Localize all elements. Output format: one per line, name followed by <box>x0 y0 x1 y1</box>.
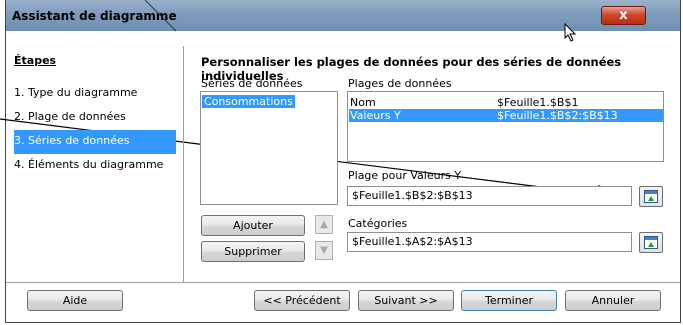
remove-series-button[interactable]: Supprimer <box>201 241 305 262</box>
step-data-range[interactable]: 2. Plage de données <box>14 106 176 130</box>
move-up-button[interactable]: ▲ <box>315 215 333 234</box>
series-listbox[interactable]: Consommations <box>200 91 338 205</box>
range-for-label: Plage pour Valeurs Y <box>348 169 462 182</box>
range-row-name[interactable]: Nom $Feuille1.$B$1 <box>350 96 660 109</box>
add-series-button[interactable]: Ajouter <box>201 215 305 236</box>
mouse-cursor-icon <box>564 22 577 42</box>
series-label: Séries de données <box>201 77 303 90</box>
footer-divider <box>6 282 680 283</box>
range-y-value: $Feuille1.$B$2:$B$13 <box>497 109 618 122</box>
select-categories-button[interactable] <box>639 232 663 253</box>
arrow-down-icon: ▼ <box>320 245 328 256</box>
categories-label: Catégories <box>348 217 408 230</box>
range-y-label: Valeurs Y <box>350 109 401 122</box>
range-row-y-values[interactable]: Valeurs Y $Feuille1.$B$2:$B$13 <box>349 109 663 122</box>
shrink-dialog-icon <box>644 190 658 203</box>
steps-title: Étapes <box>14 54 57 67</box>
series-item-consommations[interactable]: Consommations <box>202 95 295 108</box>
step-chart-type[interactable]: 1. Type du diagramme <box>14 82 176 106</box>
ranges-listbox[interactable]: Nom $Feuille1.$B$1 Valeurs Y $Feuille1.$… <box>347 91 664 162</box>
ranges-label: Plages de données <box>348 77 452 90</box>
select-range-button[interactable] <box>639 186 663 207</box>
step-chart-elements[interactable]: 4. Éléments du diagramme <box>14 154 176 178</box>
titlebar-corner-line <box>144 0 177 32</box>
range-name-value: $Feuille1.$B$1 <box>497 96 579 109</box>
range-for-input[interactable]: $Feuille1.$B$2:$B$13 <box>347 186 632 206</box>
categories-input[interactable]: $Feuille1.$A$2:$A$13 <box>347 232 632 252</box>
finish-button[interactable]: Terminer <box>461 290 557 311</box>
step-data-series[interactable]: 3. Séries de données <box>14 130 176 154</box>
range-name-label: Nom <box>350 96 376 109</box>
previous-button[interactable]: << Précédent <box>254 290 350 311</box>
next-button[interactable]: Suivant >> <box>358 290 454 311</box>
help-button[interactable]: Aide <box>27 290 123 311</box>
move-down-button[interactable]: ▼ <box>315 241 333 260</box>
cancel-button[interactable]: Annuler <box>565 290 661 311</box>
vertical-divider <box>183 46 184 282</box>
steps-list: 1. Type du diagramme 2. Plage de données… <box>14 82 176 178</box>
arrow-up-icon: ▲ <box>320 219 328 230</box>
shrink-dialog-icon <box>644 236 658 249</box>
